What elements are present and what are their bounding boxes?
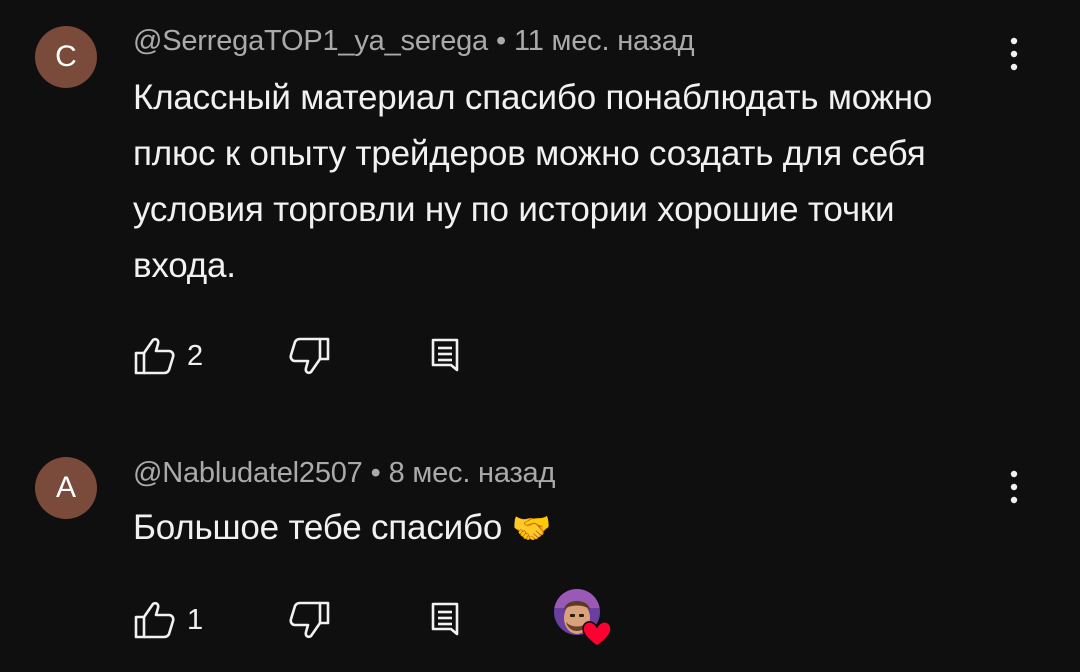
like-count: 1	[187, 603, 204, 636]
meta-separator: •	[370, 457, 381, 489]
creator-avatar	[554, 589, 612, 647]
avatar[interactable]: А	[35, 457, 97, 519]
thumb-down-icon	[289, 601, 330, 639]
comment-item: А @Nabludatel2507 • 8 мес. назад Большое т…	[0, 420, 1080, 672]
thumb-down-icon	[289, 337, 330, 375]
more-vertical-icon	[1010, 470, 1018, 504]
thumb-up-icon	[134, 601, 175, 639]
like-button[interactable]: 1	[133, 598, 203, 642]
more-vertical-icon	[1010, 37, 1018, 71]
comment-item: С @SerregaTOP1_ya_serega • 11 мес. назад К…	[0, 0, 1080, 420]
comment-menu-button[interactable]	[996, 30, 1032, 78]
thumb-up-icon	[134, 337, 175, 375]
comment-meta: @Nabludatel2507 • 8 мес. назад	[133, 457, 555, 490]
heart-icon	[582, 621, 612, 647]
comment-text: Большое тебе спасибо 🤝	[133, 500, 993, 556]
comment-meta: @SerregaTOP1_ya_serega • 11 мес. назад	[133, 25, 695, 58]
comment-text: Классный материал спасибо понаблюдать мо…	[133, 78, 933, 285]
dislike-button[interactable]	[287, 334, 331, 378]
avatar[interactable]: С	[35, 26, 97, 88]
handshake-emoji: 🤝	[511, 510, 552, 546]
avatar-letter: С	[55, 40, 77, 73]
comment-text-content: Большое тебе спасибо	[133, 508, 503, 547]
comment-time[interactable]: 8 мес. назад	[389, 457, 556, 489]
dislike-button[interactable]	[287, 598, 331, 642]
reply-icon	[431, 602, 459, 636]
comment-time[interactable]: 11 мес. назад	[514, 25, 695, 57]
comment-actions: 2	[133, 334, 633, 378]
author-name[interactable]: @Nabludatel2507	[133, 457, 363, 489]
meta-separator: •	[496, 25, 506, 57]
comment-actions: 1	[133, 589, 633, 647]
avatar-letter: А	[55, 471, 76, 504]
comment-menu-button[interactable]	[996, 463, 1032, 511]
like-button[interactable]: 2	[133, 334, 203, 378]
reply-button[interactable]	[429, 598, 463, 642]
author-name[interactable]: @SerregaTOP1_ya_serega	[133, 25, 488, 57]
reply-icon	[431, 338, 459, 372]
reply-button[interactable]	[429, 334, 463, 378]
like-count: 2	[187, 339, 204, 372]
creator-heart-badge[interactable]	[553, 588, 612, 647]
